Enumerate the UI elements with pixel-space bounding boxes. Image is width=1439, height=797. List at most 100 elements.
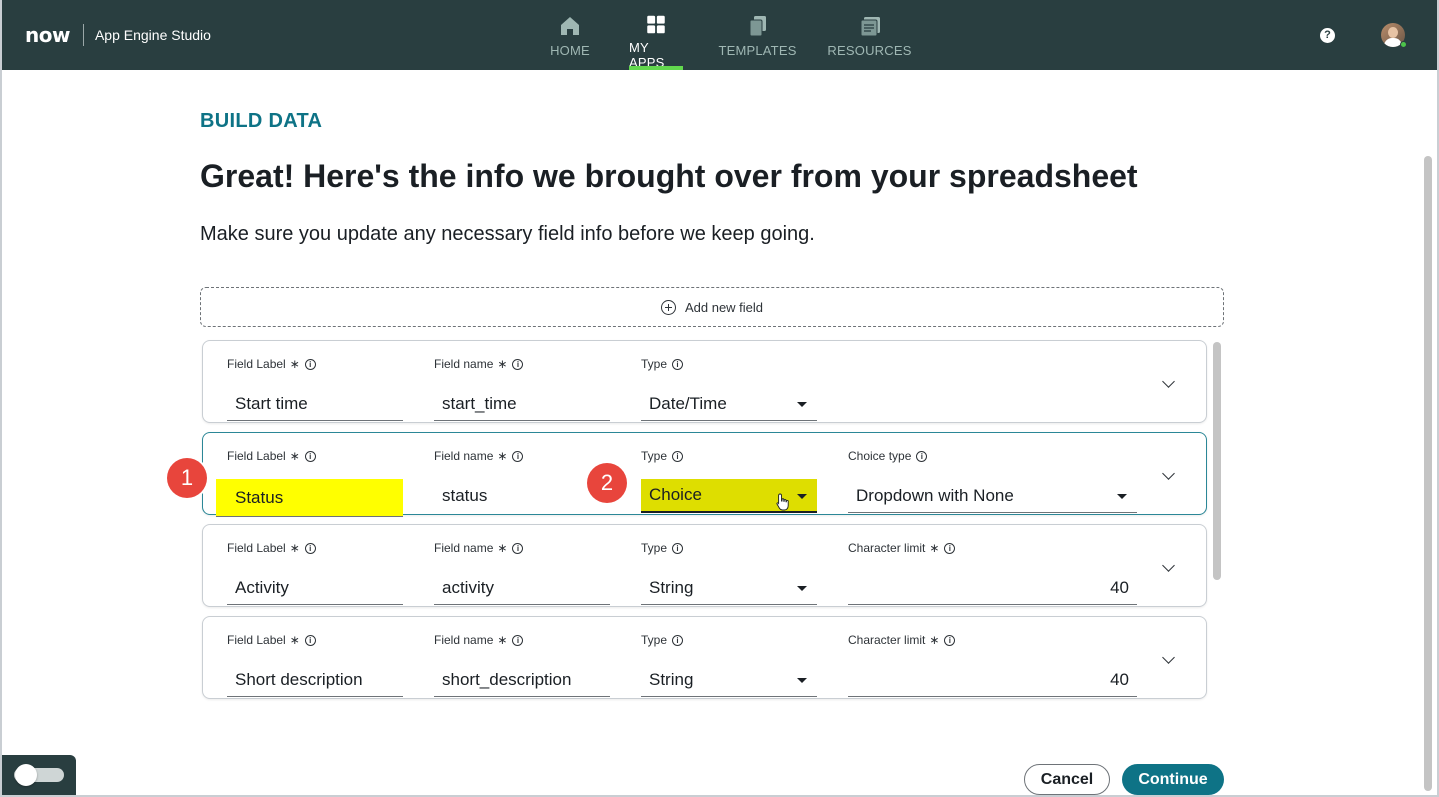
field-list-scrollbar[interactable] (1213, 342, 1221, 580)
resources-icon (860, 17, 880, 37)
info-icon[interactable]: i (304, 542, 316, 554)
field-name-input[interactable]: start_time (434, 387, 610, 421)
type-group: Type i String (641, 633, 817, 697)
field-label-group: Field Label ∗ i Activity (227, 541, 403, 605)
add-new-field-label: Add new field (684, 299, 764, 315)
character-limit-input[interactable]: 40 (848, 571, 1137, 605)
type-caption: Type (641, 357, 668, 371)
nav-resources-label: RESOURCES (827, 43, 912, 58)
chevron-down-icon[interactable] (1162, 467, 1175, 480)
avatar-face (1388, 27, 1398, 38)
required-icon: ∗ (497, 633, 508, 647)
type-group: Type i Date/Time (641, 357, 817, 421)
nav-resources[interactable]: RESOURCES (827, 0, 911, 70)
theme-toggle[interactable] (2, 755, 76, 795)
add-new-field-button[interactable]: Add new field (200, 287, 1224, 327)
character-limit-caption: Character limit (848, 633, 926, 647)
annotation-badge-1: 1 (167, 458, 207, 498)
page-title: Great! Here's the info we brought over f… (200, 158, 1138, 194)
now-logo: now (25, 23, 70, 47)
info-icon[interactable]: i (944, 542, 956, 554)
field-label-group: Field Label ∗ i Start time (227, 357, 403, 421)
dropdown-caret-icon (1117, 494, 1127, 499)
type-select[interactable]: String (641, 663, 817, 697)
field-name-caption: Field name (434, 633, 494, 647)
field-label-caption: Field Label (227, 357, 286, 371)
field-card-activity: Field Label ∗ i Activity Field name ∗ i acti… (202, 524, 1207, 607)
section-title: BUILD DATA (200, 110, 323, 132)
character-limit-group: Character limit ∗ i 40 (848, 541, 1137, 605)
hand-cursor-icon (776, 493, 789, 511)
required-icon: ∗ (497, 357, 508, 371)
character-limit-input[interactable]: 40 (848, 663, 1137, 697)
choice-type-group: Choice type i Dropdown with None (848, 449, 1137, 513)
required-icon: ∗ (289, 449, 300, 463)
info-icon[interactable]: i (672, 542, 684, 554)
templates-icon (749, 16, 766, 37)
dropdown-caret-icon (797, 678, 807, 683)
field-name-group: Field name ∗ i status (434, 449, 610, 505)
field-name-input[interactable]: activity (434, 571, 610, 605)
page-scrollbar[interactable] (1424, 156, 1432, 791)
info-icon[interactable]: i (672, 358, 684, 370)
info-icon[interactable]: i (512, 542, 524, 554)
type-group: Type i Choice (641, 449, 817, 513)
chevron-down-icon[interactable] (1162, 651, 1175, 664)
nav-active-indicator (629, 66, 683, 70)
character-limit-caption: Character limit (848, 541, 926, 555)
nav-my-apps[interactable]: MY APPS (629, 0, 683, 70)
field-label-input[interactable]: Start time (227, 387, 403, 421)
field-name-group: Field name ∗ i start_time (434, 357, 610, 421)
type-select[interactable]: Date/Time (641, 387, 817, 421)
info-icon[interactable]: i (916, 450, 928, 462)
field-name-input[interactable]: short_description (434, 663, 610, 697)
type-select-value: Date/Time (649, 393, 727, 413)
type-select[interactable]: String (641, 571, 817, 605)
field-name-input[interactable]: status (434, 479, 584, 513)
info-icon[interactable]: i (304, 450, 316, 462)
toggle-knob (15, 764, 37, 786)
type-select-value: Choice (649, 485, 702, 504)
choice-type-select[interactable]: Dropdown with None (848, 479, 1137, 513)
home-icon (561, 17, 579, 35)
info-icon[interactable]: i (512, 634, 524, 646)
cancel-button[interactable]: Cancel (1024, 764, 1110, 795)
field-name-group: Field name ∗ i short_description (434, 633, 610, 697)
info-icon[interactable]: i (512, 450, 524, 462)
info-icon[interactable]: i (304, 634, 316, 646)
type-select-value: String (649, 577, 694, 597)
field-label-input[interactable]: Activity (227, 571, 403, 605)
type-group: Type i String (641, 541, 817, 605)
type-caption: Type (641, 633, 668, 647)
chevron-down-icon[interactable] (1162, 375, 1175, 388)
field-label-group: Field Label ∗ i Status (216, 449, 403, 517)
field-label-caption: Field Label (227, 449, 286, 463)
info-icon[interactable]: i (672, 634, 684, 646)
brand[interactable]: now App Engine Studio (25, 24, 211, 46)
add-circle-icon (660, 299, 676, 315)
help-icon[interactable]: ? (1320, 28, 1335, 43)
dropdown-caret-icon (797, 402, 807, 407)
chevron-down-icon[interactable] (1162, 559, 1175, 572)
required-icon: ∗ (929, 541, 940, 555)
choice-type-caption: Choice type (848, 449, 912, 463)
field-name-caption: Field name (434, 541, 494, 555)
info-icon[interactable]: i (944, 634, 956, 646)
info-icon[interactable]: i (512, 358, 524, 370)
info-icon[interactable]: i (304, 358, 316, 370)
field-label-input[interactable]: Short description (227, 663, 403, 697)
field-card-short-description: Field Label ∗ i Short description Field na… (202, 616, 1207, 699)
continue-button[interactable]: Continue (1122, 764, 1224, 795)
field-card-status: Field Label ∗ i Status Field name ∗ i status… (202, 432, 1207, 517)
field-label-caption: Field Label (227, 541, 286, 555)
field-label-caption: Field Label (227, 633, 286, 647)
nav-templates[interactable]: TEMPLATES (718, 0, 796, 70)
presence-status-icon (1400, 41, 1407, 48)
type-select[interactable]: Choice (641, 479, 817, 513)
annotation-badge-2: 2 (587, 463, 627, 503)
app-name: App Engine Studio (94, 27, 211, 43)
nav-home[interactable]: HOME (550, 0, 590, 70)
top-header: now App Engine Studio HOME MY APPS TEMPL… (0, 0, 1439, 70)
info-icon[interactable]: i (672, 450, 684, 462)
field-label-input[interactable]: Status (216, 479, 403, 517)
